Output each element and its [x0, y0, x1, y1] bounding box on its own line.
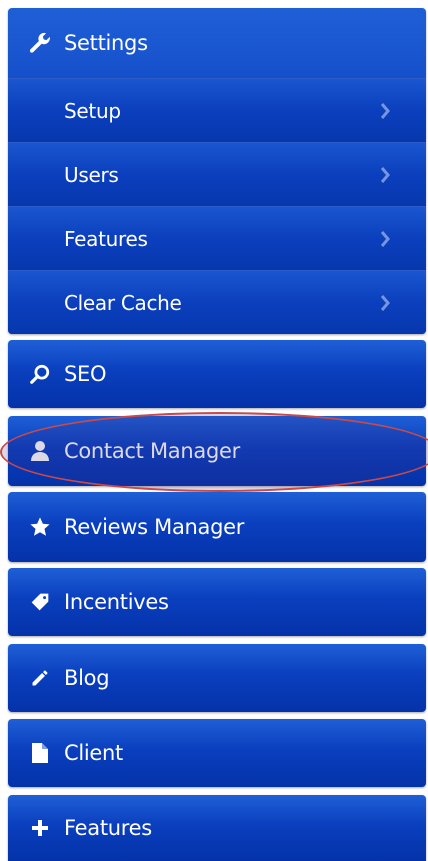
chevron-right-icon: [378, 101, 392, 121]
plus-icon: [28, 816, 52, 840]
reviews-manager-label: Reviews Manager: [64, 515, 245, 539]
chevron-right-icon: [378, 165, 392, 185]
search-icon: [28, 362, 52, 386]
user-icon: [28, 439, 52, 463]
sidebar-item-blog[interactable]: Blog: [8, 644, 426, 712]
settings-label: Settings: [64, 31, 148, 55]
incentives-label: Incentives: [64, 590, 169, 614]
wrench-icon: [28, 31, 52, 55]
sub-item-label: Setup: [64, 98, 121, 123]
settings-panel: Settings Setup Users Features Clear Cach…: [8, 8, 426, 334]
sidebar-item-contact-manager[interactable]: Contact Manager: [8, 416, 426, 486]
document-icon: [28, 741, 52, 765]
sidebar-item-clear-cache[interactable]: Clear Cache: [8, 270, 426, 334]
star-icon: [28, 515, 52, 539]
contact-manager-label: Contact Manager: [64, 439, 240, 463]
sidebar-item-incentives[interactable]: Incentives: [8, 568, 426, 636]
blog-label: Blog: [64, 666, 110, 690]
sidebar-item-features[interactable]: Features: [8, 206, 426, 270]
sub-item-label: Clear Cache: [64, 290, 182, 315]
pencil-icon: [28, 666, 52, 690]
sub-item-label: Users: [64, 162, 119, 187]
settings-header[interactable]: Settings: [8, 8, 426, 78]
sidebar-item-client[interactable]: Client: [8, 719, 426, 787]
sidebar-item-seo[interactable]: SEO: [8, 340, 426, 408]
tag-icon: [28, 590, 52, 614]
seo-label: SEO: [64, 362, 107, 386]
sub-item-label: Features: [64, 226, 148, 251]
sidebar-item-users[interactable]: Users: [8, 142, 426, 206]
chevron-right-icon: [378, 293, 392, 313]
client-label: Client: [64, 741, 123, 765]
sidebar-item-reviews-manager[interactable]: Reviews Manager: [8, 492, 426, 562]
sidebar-item-setup[interactable]: Setup: [8, 78, 426, 142]
sidebar-item-features-main[interactable]: Features: [8, 795, 426, 861]
features-label: Features: [64, 816, 152, 840]
chevron-right-icon: [378, 229, 392, 249]
